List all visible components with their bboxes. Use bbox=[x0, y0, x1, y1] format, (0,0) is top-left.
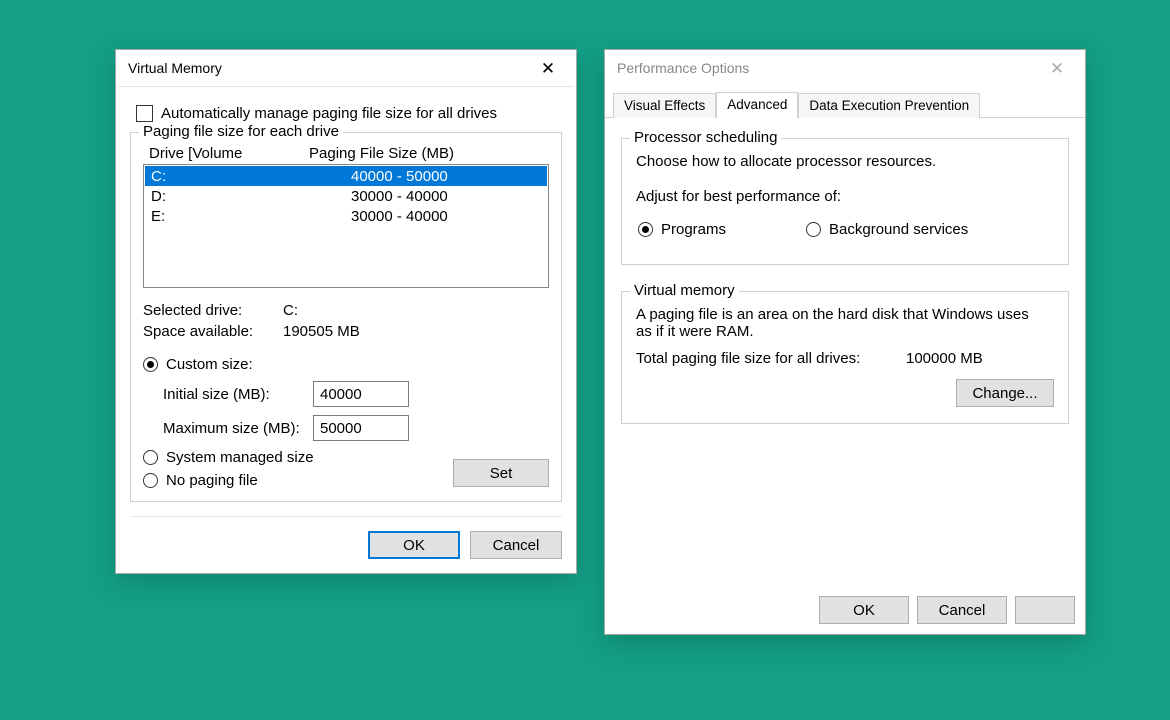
custom-size-label: Custom size: bbox=[166, 356, 253, 373]
total-paging-value: 100000 MB bbox=[906, 350, 983, 367]
cancel-button[interactable]: Cancel bbox=[917, 596, 1007, 624]
close-icon[interactable]: ✕ bbox=[526, 53, 570, 83]
drive-list-header: Drive [Volume Paging File Size (MB) bbox=[143, 145, 549, 162]
virtual-memory-group: Virtual memory A paging file is an area … bbox=[621, 291, 1069, 424]
drive-size: 40000 - 50000 bbox=[351, 168, 541, 185]
col-size-label: Paging File Size (MB) bbox=[309, 145, 543, 162]
maximum-size-label: Maximum size (MB): bbox=[163, 420, 313, 437]
drive-list-row[interactable]: E: 30000 - 40000 bbox=[145, 206, 547, 226]
selected-drive-row: Selected drive: C: bbox=[143, 302, 549, 319]
drive-name: C: bbox=[151, 168, 351, 185]
cancel-button-label: Cancel bbox=[939, 602, 986, 619]
selected-drive-label: Selected drive: bbox=[143, 302, 283, 319]
radio-icon bbox=[806, 222, 821, 237]
initial-size-label: Initial size (MB): bbox=[163, 386, 313, 403]
set-button[interactable]: Set bbox=[453, 459, 549, 487]
window-title: Performance Options bbox=[617, 60, 749, 76]
background-label: Background services bbox=[829, 221, 968, 238]
drive-name: D: bbox=[151, 188, 351, 205]
tab-visual-effects[interactable]: Visual Effects bbox=[613, 93, 716, 118]
ok-button[interactable]: OK bbox=[819, 596, 909, 624]
col-drive-label: Drive [Volume bbox=[149, 145, 309, 162]
space-available-label: Space available: bbox=[143, 323, 283, 340]
space-available-value: 190505 MB bbox=[283, 323, 360, 340]
auto-manage-checkbox[interactable]: Automatically manage paging file size fo… bbox=[136, 105, 556, 122]
window-title: Virtual Memory bbox=[128, 60, 222, 76]
custom-size-radio[interactable]: Custom size: bbox=[143, 356, 549, 373]
programs-radio[interactable]: Programs bbox=[638, 221, 726, 238]
cancel-button[interactable]: Cancel bbox=[470, 531, 562, 559]
ok-button[interactable]: OK bbox=[368, 531, 460, 559]
maximum-size-input[interactable] bbox=[313, 415, 409, 441]
selected-drive-value: C: bbox=[283, 302, 298, 319]
drive-name: E: bbox=[151, 208, 351, 225]
total-paging-row: Total paging file size for all drives: 1… bbox=[636, 350, 1054, 367]
radio-icon bbox=[143, 450, 158, 465]
group-legend: Paging file size for each drive bbox=[139, 123, 343, 140]
group-legend: Processor scheduling bbox=[630, 129, 781, 146]
ok-button-label: OK bbox=[853, 602, 875, 619]
titlebar[interactable]: Virtual Memory ✕ bbox=[116, 50, 576, 86]
auto-manage-label: Automatically manage paging file size fo… bbox=[161, 105, 497, 122]
processor-scheduling-group: Processor scheduling Choose how to alloc… bbox=[621, 138, 1069, 265]
space-available-row: Space available: 190505 MB bbox=[143, 323, 549, 340]
tab-advanced[interactable]: Advanced bbox=[716, 92, 798, 118]
tab-label: Visual Effects bbox=[624, 98, 705, 113]
tab-label: Advanced bbox=[727, 97, 787, 112]
performance-options-dialog: Performance Options ✕ Visual Effects Adv… bbox=[604, 49, 1086, 635]
set-button-label: Set bbox=[490, 465, 513, 482]
processor-scheduling-desc: Choose how to allocate processor resourc… bbox=[636, 153, 1054, 170]
tab-dep[interactable]: Data Execution Prevention bbox=[798, 93, 980, 118]
tab-strip: Visual Effects Advanced Data Execution P… bbox=[605, 86, 1085, 118]
drive-size: 30000 - 40000 bbox=[351, 208, 541, 225]
cancel-button-label: Cancel bbox=[493, 537, 540, 554]
background-services-radio[interactable]: Background services bbox=[806, 221, 968, 238]
no-paging-label: No paging file bbox=[166, 472, 258, 489]
apply-button-label: Apply bbox=[1026, 602, 1064, 619]
initial-size-input[interactable] bbox=[313, 381, 409, 407]
titlebar[interactable]: Performance Options ✕ bbox=[605, 50, 1085, 86]
apply-button[interactable]: Apply bbox=[1015, 596, 1075, 624]
virtual-memory-dialog: Virtual Memory ✕ Automatically manage pa… bbox=[115, 49, 577, 574]
ok-button-label: OK bbox=[403, 537, 425, 554]
checkbox-icon bbox=[136, 105, 153, 122]
programs-label: Programs bbox=[661, 221, 726, 238]
drive-list[interactable]: C: 40000 - 50000 D: 30000 - 40000 E: 300… bbox=[143, 164, 549, 288]
drive-size: 30000 - 40000 bbox=[351, 188, 541, 205]
drive-list-row[interactable]: D: 30000 - 40000 bbox=[145, 186, 547, 206]
radio-icon bbox=[143, 357, 158, 372]
adjust-for-label: Adjust for best performance of: bbox=[636, 188, 1054, 205]
system-managed-label: System managed size bbox=[166, 449, 314, 466]
change-button[interactable]: Change... bbox=[956, 379, 1054, 407]
radio-icon bbox=[638, 222, 653, 237]
change-button-label: Change... bbox=[972, 385, 1037, 402]
radio-icon bbox=[143, 473, 158, 488]
paging-file-size-group: Paging file size for each drive Drive [V… bbox=[130, 132, 562, 502]
total-paging-label: Total paging file size for all drives: bbox=[636, 350, 906, 367]
drive-list-row[interactable]: C: 40000 - 50000 bbox=[145, 166, 547, 186]
group-legend: Virtual memory bbox=[630, 282, 739, 299]
close-icon[interactable]: ✕ bbox=[1035, 53, 1079, 83]
tab-label: Data Execution Prevention bbox=[809, 98, 969, 113]
virtual-memory-desc: A paging file is an area on the hard dis… bbox=[636, 306, 1036, 340]
